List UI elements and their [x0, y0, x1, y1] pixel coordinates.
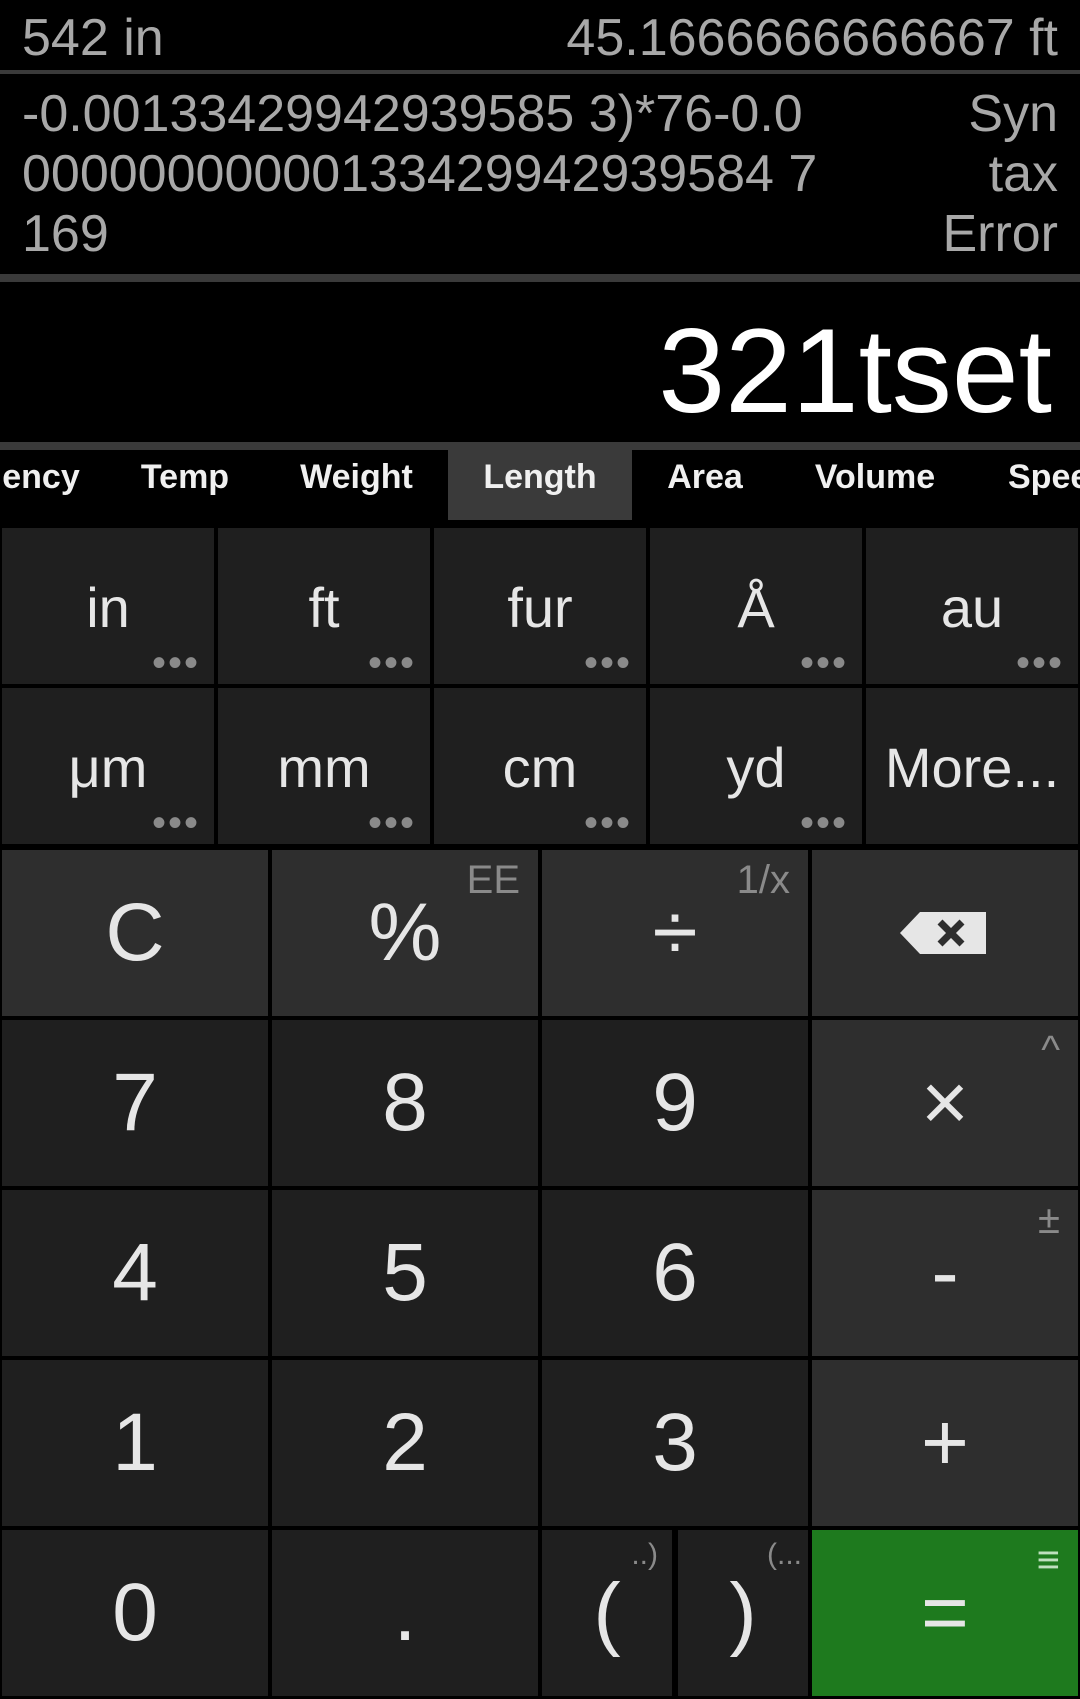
- key-label: 6: [652, 1227, 698, 1318]
- unit-label: yd: [726, 736, 786, 799]
- key-label: ): [729, 1567, 757, 1658]
- category-tabs: ency Temp Weight Length Area Volume Spee: [0, 450, 1080, 522]
- clear-button[interactable]: C: [2, 850, 268, 1016]
- percent-button[interactable]: % EE: [272, 850, 538, 1016]
- key-label: 1: [112, 1397, 158, 1488]
- key-label: %: [368, 887, 442, 978]
- unit-grid: in ••• ft ••• fur ••• Å ••• au ••• μm ••…: [0, 526, 1080, 846]
- digit-3-button[interactable]: 3: [542, 1360, 808, 1526]
- unit-fur-button[interactable]: fur •••: [434, 528, 646, 684]
- unit-label: cm: [502, 736, 578, 799]
- key-sublabel: ±: [1038, 1198, 1060, 1242]
- minus-button[interactable]: - ±: [812, 1190, 1078, 1356]
- multiply-button[interactable]: × ^: [812, 1020, 1078, 1186]
- unit-label: au: [940, 576, 1004, 639]
- digit-9-button[interactable]: 9: [542, 1020, 808, 1186]
- keypad: C % EE ÷ 1/x ⌫ 7 8 9 × ^ 4 5 6 - ±: [0, 848, 1080, 1699]
- digit-5-button[interactable]: 5: [272, 1190, 538, 1356]
- key-label: ÷: [652, 887, 698, 978]
- backspace-button[interactable]: ⌫: [812, 850, 1078, 1016]
- plus-button[interactable]: +: [812, 1360, 1078, 1526]
- history-result: 45.1666666666667 ft: [566, 9, 1058, 67]
- tab-length[interactable]: Length: [448, 450, 632, 520]
- close-paren-button[interactable]: ) (...: [678, 1530, 808, 1696]
- key-label: 0: [112, 1567, 158, 1658]
- unit-um-button[interactable]: μm •••: [2, 688, 214, 844]
- more-dots-icon: •••: [151, 801, 200, 845]
- digit-6-button[interactable]: 6: [542, 1190, 808, 1356]
- key-label: 3: [652, 1397, 698, 1488]
- unit-ft-button[interactable]: ft •••: [218, 528, 430, 684]
- divider: [0, 442, 1080, 450]
- unit-au-button[interactable]: au •••: [866, 528, 1078, 684]
- key-label: ×: [921, 1057, 969, 1148]
- open-paren-button[interactable]: ( ..): [542, 1530, 672, 1696]
- more-dots-icon: •••: [583, 801, 632, 845]
- history-row[interactable]: -0.00133429942939585 3)*76-0.0 000000000…: [0, 84, 1080, 274]
- tab-volume[interactable]: Volume: [800, 450, 950, 520]
- unit-label: in: [86, 576, 130, 639]
- equals-button[interactable]: = ≡: [812, 1530, 1078, 1696]
- unit-mm-button[interactable]: mm •••: [218, 688, 430, 844]
- more-dots-icon: •••: [799, 641, 848, 685]
- main-display[interactable]: 321tset: [0, 282, 1080, 442]
- more-dots-icon: •••: [1015, 641, 1064, 685]
- backspace-icon: [900, 912, 986, 954]
- tab-area[interactable]: Area: [650, 450, 760, 520]
- divider: [0, 274, 1080, 282]
- unit-label: More...: [884, 736, 1060, 799]
- digit-2-button[interactable]: 2: [272, 1360, 538, 1526]
- digit-8-button[interactable]: 8: [272, 1020, 538, 1186]
- key-label: 4: [112, 1227, 158, 1318]
- display-value: 321tset: [658, 304, 1052, 438]
- unit-yd-button[interactable]: yd •••: [650, 688, 862, 844]
- tab-speed[interactable]: Spee: [1008, 450, 1080, 520]
- history-row[interactable]: 542 in 45.1666666666667 ft: [0, 8, 1080, 72]
- key-label: -: [931, 1227, 959, 1318]
- unit-label: fur: [507, 576, 573, 639]
- unit-cm-button[interactable]: cm •••: [434, 688, 646, 844]
- key-label: +: [921, 1397, 969, 1488]
- more-dots-icon: •••: [799, 801, 848, 845]
- digit-4-button[interactable]: 4: [2, 1190, 268, 1356]
- key-sublabel: ..): [631, 1538, 658, 1571]
- key-label: 2: [382, 1397, 428, 1488]
- divide-button[interactable]: ÷ 1/x: [542, 850, 808, 1016]
- unit-label: mm: [277, 736, 371, 799]
- digit-0-button[interactable]: 0: [2, 1530, 268, 1696]
- more-dots-icon: •••: [151, 641, 200, 685]
- unit-label: Å: [737, 576, 775, 639]
- key-label: =: [921, 1567, 969, 1658]
- decimal-button[interactable]: .: [272, 1530, 538, 1696]
- key-sublabel: 1/x: [736, 858, 790, 902]
- key-sublabel: EE: [466, 858, 520, 902]
- key-label: 8: [382, 1057, 428, 1148]
- unit-angstrom-button[interactable]: Å •••: [650, 528, 862, 684]
- more-dots-icon: •••: [367, 801, 416, 845]
- key-label: 9: [652, 1057, 698, 1148]
- history-result: Syn tax Error: [942, 85, 1058, 263]
- key-sublabel: (...: [767, 1538, 802, 1571]
- key-label: (: [593, 1567, 621, 1658]
- key-sublabel: ^: [1041, 1028, 1060, 1072]
- history-expression: -0.00133429942939585 3)*76-0.0 000000000…: [22, 85, 818, 263]
- digit-7-button[interactable]: 7: [2, 1020, 268, 1186]
- tab-temp[interactable]: Temp: [115, 450, 255, 520]
- unit-label: μm: [68, 736, 148, 799]
- tab-currency[interactable]: ency: [0, 450, 86, 520]
- key-label: 5: [382, 1227, 428, 1318]
- unit-in-button[interactable]: in •••: [2, 528, 214, 684]
- digit-1-button[interactable]: 1: [2, 1360, 268, 1526]
- menu-icon: ≡: [1036, 1538, 1060, 1582]
- more-dots-icon: •••: [367, 641, 416, 685]
- key-label: 7: [112, 1057, 158, 1148]
- tab-weight[interactable]: Weight: [284, 450, 429, 520]
- key-label: C: [105, 887, 165, 978]
- unit-label: ft: [308, 576, 340, 639]
- more-units-button[interactable]: More...: [866, 688, 1078, 844]
- divider: [0, 70, 1080, 74]
- more-dots-icon: •••: [583, 641, 632, 685]
- key-label: .: [393, 1567, 417, 1658]
- history-expression: 542 in: [22, 9, 164, 67]
